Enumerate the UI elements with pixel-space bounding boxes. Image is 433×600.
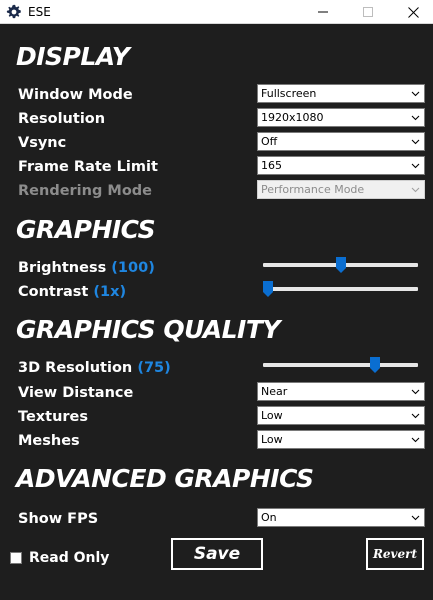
- contrast-value: (1x): [93, 284, 127, 300]
- section-heading-graphics: GRAPHICS: [16, 215, 156, 244]
- maximize-button[interactable]: [345, 0, 391, 24]
- meshes-value: Low: [261, 433, 283, 446]
- resolution-value: 1920x1080: [261, 111, 324, 124]
- textures-select[interactable]: Low: [257, 406, 425, 425]
- textures-value: Low: [261, 409, 283, 422]
- contrast-label-text: Contrast: [18, 284, 89, 300]
- revert-button[interactable]: Revert: [366, 538, 424, 570]
- view-distance-select[interactable]: Near: [257, 382, 425, 401]
- view-distance-value: Near: [261, 385, 288, 398]
- show-fps-value: On: [261, 511, 277, 524]
- window-mode-select[interactable]: Fullscreen: [257, 84, 425, 103]
- chevron-down-icon: [411, 91, 420, 97]
- vsync-select[interactable]: Off: [257, 132, 425, 151]
- meshes-label: Meshes: [18, 433, 80, 449]
- chevron-down-icon: [411, 163, 420, 169]
- meshes-select[interactable]: Low: [257, 430, 425, 449]
- close-button[interactable]: [390, 0, 433, 24]
- section-heading-graphics-quality: GRAPHICS QUALITY: [16, 315, 281, 344]
- frame-rate-limit-value: 165: [261, 159, 282, 172]
- read-only-label: Read Only: [29, 550, 110, 566]
- view-distance-label: View Distance: [18, 385, 134, 401]
- slider-thumb[interactable]: [335, 257, 346, 273]
- chevron-down-icon: [411, 187, 420, 193]
- window-mode-value: Fullscreen: [261, 87, 317, 100]
- 3d-resolution-label-text: 3D Resolution: [18, 360, 133, 376]
- chevron-down-icon: [411, 413, 420, 419]
- section-heading-display: DISPLAY: [16, 42, 130, 71]
- title-bar: ESE: [0, 0, 433, 24]
- minimize-icon: [318, 11, 328, 13]
- window-mode-label: Window Mode: [18, 87, 133, 103]
- section-heading-advanced-graphics: ADVANCED GRAPHICS: [16, 464, 314, 493]
- rendering-mode-label: Rendering Mode: [18, 183, 153, 199]
- vsync-label: Vsync: [18, 135, 67, 151]
- vsync-value: Off: [261, 135, 278, 148]
- minimize-button[interactable]: [300, 0, 346, 24]
- chevron-down-icon: [411, 115, 420, 121]
- brightness-slider[interactable]: [263, 257, 418, 273]
- chevron-down-icon: [411, 437, 420, 443]
- textures-label: Textures: [18, 409, 89, 425]
- slider-thumb[interactable]: [370, 357, 381, 373]
- 3d-resolution-value: (75): [137, 360, 171, 376]
- chevron-down-icon: [411, 139, 420, 145]
- 3d-resolution-label: 3D Resolution (75): [18, 360, 171, 376]
- brightness-value: (100): [111, 260, 155, 276]
- chevron-down-icon: [411, 515, 420, 521]
- brightness-label-text: Brightness: [18, 260, 107, 276]
- resolution-label: Resolution: [18, 111, 106, 127]
- show-fps-label: Show FPS: [18, 511, 99, 527]
- rendering-mode-value: Performance Mode: [261, 183, 365, 196]
- contrast-slider[interactable]: [263, 281, 418, 297]
- read-only-checkbox[interactable]: [10, 552, 22, 564]
- gear-icon: [6, 4, 21, 19]
- maximize-icon: [363, 7, 373, 17]
- brightness-label: Brightness (100): [18, 260, 155, 276]
- 3d-resolution-slider[interactable]: [263, 357, 418, 373]
- slider-thumb[interactable]: [263, 281, 273, 297]
- contrast-label: Contrast (1x): [18, 284, 126, 300]
- rendering-mode-select: Performance Mode: [257, 180, 425, 199]
- close-icon: [407, 6, 419, 18]
- window-title: ESE: [28, 5, 51, 19]
- slider-track: [263, 363, 418, 367]
- frame-rate-limit-select[interactable]: 165: [257, 156, 425, 175]
- chevron-down-icon: [411, 389, 420, 395]
- show-fps-select[interactable]: On: [257, 508, 425, 527]
- resolution-select[interactable]: 1920x1080: [257, 108, 425, 127]
- frame-rate-limit-label: Frame Rate Limit: [18, 159, 158, 175]
- slider-track: [263, 287, 418, 291]
- save-button[interactable]: Save: [171, 538, 263, 570]
